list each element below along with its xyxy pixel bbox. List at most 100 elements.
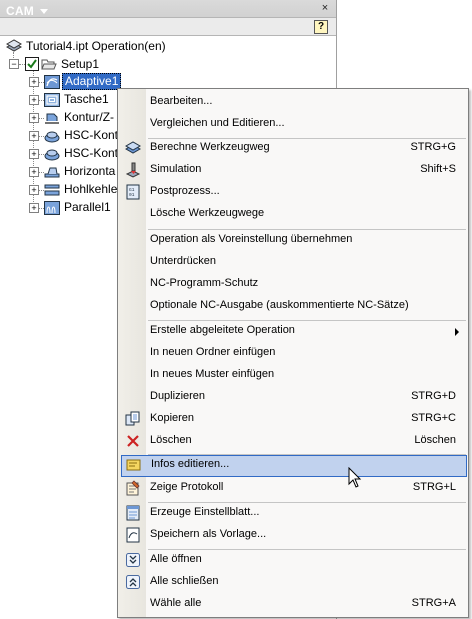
menu-item-set-default[interactable]: Operation als Voreinstellung übernehmen bbox=[120, 230, 466, 250]
menu-item-edit[interactable]: Bearbeiten... bbox=[120, 92, 466, 112]
tree-operation-label: Kontur/Z- bbox=[64, 110, 115, 124]
save-template-icon bbox=[126, 527, 140, 543]
menu-item-create-derived[interactable]: Erstelle abgeleitete Operation bbox=[120, 321, 466, 341]
menu-item-copy[interactable]: Kopieren STRG+C bbox=[120, 409, 466, 429]
panel-toolbar-row: ? bbox=[0, 17, 336, 36]
expand-toggle[interactable]: + bbox=[29, 203, 39, 213]
close-icon[interactable]: × bbox=[319, 2, 331, 14]
menu-item-label: Zeige Protokoll bbox=[150, 481, 224, 493]
tree-operation-label: Tasche1 bbox=[64, 92, 109, 106]
adaptive-op-icon bbox=[44, 75, 60, 89]
panel-header: CAM × ? bbox=[0, 0, 336, 36]
tree-operation-label: Hohlkehle bbox=[64, 182, 118, 196]
tree-operation-label: HSC-Kont bbox=[64, 146, 119, 160]
expand-toggle[interactable]: + bbox=[29, 167, 39, 177]
fillet-op-icon bbox=[44, 184, 60, 196]
menu-item-suppress[interactable]: Unterdrücken bbox=[120, 252, 466, 272]
menu-item-collapse-all[interactable]: Alle schließen bbox=[120, 572, 466, 592]
menu-item-label: Infos editieren... bbox=[151, 458, 230, 470]
menu-item-label: Unterdrücken bbox=[150, 255, 217, 267]
edit-notes-icon bbox=[126, 459, 141, 471]
menu-item-label: Alle schließen bbox=[150, 575, 219, 587]
menu-item-label: Operation als Voreinstellung übernehmen bbox=[150, 233, 353, 245]
context-menu: Bearbeiten... Vergleichen und Editieren.… bbox=[117, 88, 469, 618]
setup-sheet-icon bbox=[126, 505, 140, 521]
menu-item-shortcut: STRG+D bbox=[411, 390, 456, 402]
help-icon[interactable]: ? bbox=[314, 20, 328, 34]
menu-item-expand-all[interactable]: Alle öffnen bbox=[120, 550, 466, 570]
expand-toggle[interactable]: + bbox=[29, 185, 39, 195]
generate-toolpath-icon bbox=[125, 141, 141, 154]
menu-item-shortcut: Löschen bbox=[414, 434, 456, 446]
tree-operation-label: Parallel1 bbox=[64, 200, 111, 214]
expand-toggle[interactable]: + bbox=[29, 95, 39, 105]
expand-all-icon bbox=[126, 553, 140, 567]
setup-checkbox[interactable] bbox=[25, 57, 39, 71]
tree-operation-label: Horizonta bbox=[64, 164, 116, 178]
menu-item-label: Kopieren bbox=[150, 412, 195, 424]
menu-item-label: Simulation bbox=[150, 163, 202, 175]
tree-root-row[interactable]: Tutorial4.ipt Operation(en) bbox=[4, 37, 304, 55]
menu-item-simulation[interactable]: Simulation Shift+S bbox=[120, 160, 466, 180]
menu-item-save-template[interactable]: Speichern als Vorlage... bbox=[120, 525, 466, 545]
menu-item-label: In neues Muster einfügen bbox=[150, 368, 275, 380]
menu-item-shortcut: STRG+A bbox=[411, 597, 456, 609]
delete-icon bbox=[127, 435, 139, 447]
menu-item-label: Bearbeiten... bbox=[150, 95, 213, 107]
tree-setup-row[interactable]: − Setup1 bbox=[0, 55, 300, 73]
expand-toggle[interactable]: + bbox=[29, 149, 39, 159]
menu-item-label: Optionale NC-Ausgabe (auskommentierte NC… bbox=[150, 299, 409, 311]
menu-item-label: Erzeuge Einstellblatt... bbox=[150, 506, 260, 518]
menu-item-shortcut: Shift+S bbox=[420, 163, 456, 175]
contour-op-icon bbox=[45, 113, 59, 124]
menu-item-shortcut: STRG+C bbox=[411, 412, 456, 424]
parallel-op-icon bbox=[44, 201, 60, 215]
folder-open-icon bbox=[41, 59, 57, 70]
menu-item-label: Speichern als Vorlage... bbox=[150, 528, 267, 540]
menu-item-protect[interactable]: NC-Programm-Schutz bbox=[120, 274, 466, 294]
menu-item-label: Vergleichen und Editieren... bbox=[150, 117, 285, 129]
menu-item-label: Berechne Werkzeugweg bbox=[150, 141, 270, 153]
menu-item-setup-sheet[interactable]: Erzeuge Einstellblatt... bbox=[120, 503, 466, 523]
expand-toggle[interactable]: + bbox=[29, 113, 39, 123]
mouse-cursor-icon bbox=[348, 467, 362, 488]
menu-item-label: Lösche Werkzeugwege bbox=[150, 207, 265, 219]
collapse-toggle[interactable]: − bbox=[9, 59, 19, 69]
document-stack-icon bbox=[6, 39, 22, 52]
menu-item-delete[interactable]: Löschen Löschen bbox=[120, 431, 466, 451]
menu-item-generate[interactable]: Berechne Werkzeugweg STRG+G bbox=[120, 138, 466, 158]
menu-item-label: Wähle alle bbox=[150, 597, 202, 609]
menu-item-label: Postprozess... bbox=[150, 185, 220, 197]
tree-operation-label: HSC-Kont bbox=[64, 128, 119, 142]
menu-item-insert-folder[interactable]: In neuen Ordner einfügen bbox=[120, 343, 466, 363]
panel-title[interactable]: CAM bbox=[6, 4, 34, 18]
svg-text:01: 01 bbox=[129, 192, 135, 198]
menu-item-shortcut: STRG+G bbox=[410, 141, 456, 153]
menu-item-label: Erstelle abgeleitete Operation bbox=[150, 324, 295, 336]
menu-item-label: NC-Programm-Schutz bbox=[150, 277, 259, 289]
tree-root-label: Tutorial4.ipt Operation(en) bbox=[26, 39, 166, 53]
expand-toggle[interactable]: + bbox=[29, 131, 39, 141]
menu-item-show-log[interactable]: Zeige Protokoll STRG+L bbox=[120, 478, 466, 498]
menu-item-delete-toolpaths[interactable]: Lösche Werkzeugwege bbox=[120, 204, 466, 224]
menu-item-select-all[interactable]: Wähle alle STRG+A bbox=[120, 594, 466, 614]
horizontal-op-icon bbox=[44, 167, 60, 178]
panel-header-title-row: CAM × bbox=[0, 0, 336, 18]
expand-toggle[interactable]: + bbox=[29, 77, 39, 87]
post-process-icon: G1 01 bbox=[126, 184, 140, 200]
pocket-op-icon bbox=[44, 93, 60, 107]
menu-item-insert-pattern[interactable]: In neues Muster einfügen bbox=[120, 365, 466, 385]
menu-item-compare-edit[interactable]: Vergleichen und Editieren... bbox=[120, 114, 466, 134]
chevron-down-icon[interactable] bbox=[40, 9, 48, 14]
copy-icon bbox=[125, 411, 140, 426]
menu-item-duplicate[interactable]: Duplizieren STRG+D bbox=[120, 387, 466, 407]
show-log-icon bbox=[126, 480, 140, 496]
menu-item-shortcut: STRG+L bbox=[412, 481, 456, 493]
submenu-arrow-icon bbox=[455, 328, 459, 336]
menu-item-optional-nc[interactable]: Optionale NC-Ausgabe (auskommentierte NC… bbox=[120, 296, 466, 316]
simulation-icon bbox=[125, 162, 141, 178]
hsc-contour-op-icon bbox=[44, 149, 60, 161]
menu-item-edit-notes[interactable]: Infos editieren... bbox=[121, 455, 467, 477]
menu-item-post-process[interactable]: G1 01 Postprozess... bbox=[120, 182, 466, 202]
menu-item-label: Alle öffnen bbox=[150, 553, 202, 565]
